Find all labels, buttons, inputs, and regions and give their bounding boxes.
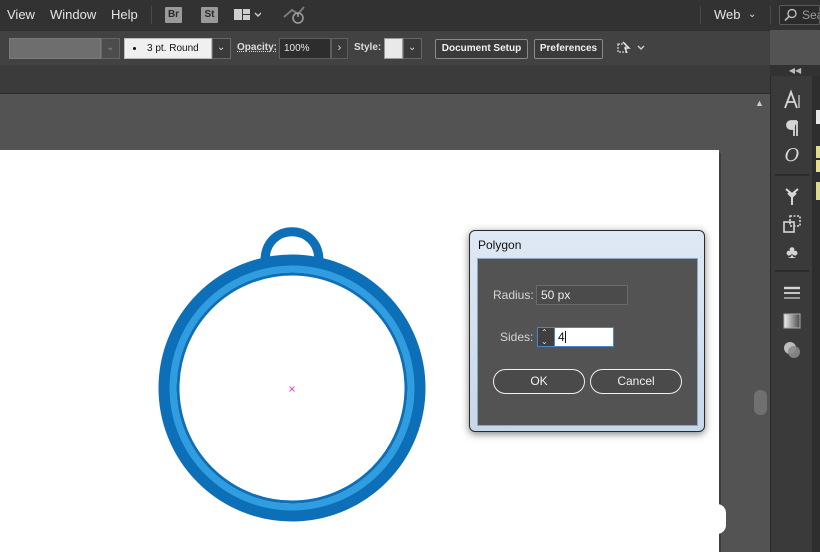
menu-separator <box>700 6 701 24</box>
transform-icon[interactable] <box>781 213 803 235</box>
chevron-down-icon[interactable]: ⌄ <box>541 337 548 346</box>
ring-artwork[interactable] <box>158 227 426 522</box>
document-setup-button[interactable]: Document Setup <box>435 39 528 59</box>
menu-window[interactable]: Window <box>50 7 96 22</box>
style-dropdown[interactable]: ⌄ <box>403 38 422 59</box>
style-label: Style: <box>354 42 382 53</box>
chevron-down-icon[interactable]: ⌄ <box>748 9 756 20</box>
chevron-down-icon: ⌄ <box>106 42 115 53</box>
search-icon <box>784 8 798 22</box>
stroke-icon[interactable] <box>781 282 803 304</box>
radius-input[interactable]: 50 px <box>536 285 628 305</box>
graphic-style-swatch[interactable] <box>384 38 403 59</box>
canvas-fragment <box>708 504 726 534</box>
brush-dropdown[interactable]: ⌄ <box>212 38 231 59</box>
bridge-button[interactable]: Br <box>165 7 182 23</box>
menu-help[interactable]: Help <box>111 7 138 22</box>
preferences-button[interactable]: Preferences <box>534 39 603 59</box>
sides-stepper[interactable]: ⌃ ⌄ <box>537 327 554 347</box>
chevron-down-icon: ⌄ <box>217 42 226 53</box>
club-icon[interactable]: ♣ <box>781 241 803 263</box>
chevron-up-icon[interactable]: ⌃ <box>541 328 548 337</box>
center-point-marker <box>289 386 295 392</box>
workspace-switcher[interactable]: Web <box>714 7 741 22</box>
control-bar: ⌄ 3 pt. Round ⌄ Opacity: 100% › Style: ⌄… <box>0 30 770 65</box>
polygon-dialog: Polygon Radius: 50 px Sides: ⌃ ⌄ 4 OK Ca… <box>469 230 705 432</box>
panel-edge <box>816 110 820 124</box>
cancel-button[interactable]: Cancel <box>590 369 682 394</box>
radius-label: Radius: <box>493 288 534 302</box>
symbols-icon[interactable] <box>781 185 803 207</box>
brush-dot-icon <box>133 47 136 50</box>
artboard-shadow <box>719 153 721 552</box>
sides-value: 4 <box>558 330 565 344</box>
outer-ring <box>158 254 426 522</box>
vertical-scrollbar[interactable]: ▲ <box>750 94 770 552</box>
dock-collapse-button[interactable]: ◀◀ <box>770 65 820 76</box>
sides-label: Sides: <box>500 330 534 344</box>
arrange-documents-icon[interactable] <box>233 8 262 22</box>
middle-ring <box>169 265 415 511</box>
brush-definition[interactable]: 3 pt. Round <box>124 38 212 59</box>
stroke-dropdown[interactable]: ⌄ <box>101 38 120 59</box>
ok-button[interactable]: OK <box>493 369 585 394</box>
character-icon[interactable] <box>781 89 803 111</box>
opacity-input[interactable]: 100% <box>279 38 331 59</box>
panel-dock: O ♣ <box>770 76 812 552</box>
dialog-body: Radius: 50 px Sides: ⌃ ⌄ 4 OK Cancel <box>477 258 698 426</box>
opacity-slider-button[interactable]: › <box>331 38 348 59</box>
transparency-icon[interactable] <box>781 338 803 360</box>
chevron-down-icon: ⌄ <box>408 42 417 53</box>
panel-edge <box>816 146 820 158</box>
inner-ring <box>176 272 408 504</box>
dock-separator <box>775 270 809 272</box>
stock-button[interactable]: St <box>201 7 218 23</box>
document-tab-strip <box>0 65 770 94</box>
sides-input[interactable]: 4 <box>554 327 614 347</box>
gpu-performance-icon[interactable] <box>282 5 308 25</box>
menu-bar: View Window Help Br St Web ⌄ Sea <box>0 0 820 30</box>
paragraph-icon[interactable] <box>781 117 803 139</box>
dialog-title: Polygon <box>478 238 522 252</box>
align-options-icon[interactable] <box>614 40 646 56</box>
dock-separator <box>775 174 809 176</box>
scroll-thumb[interactable] <box>754 390 767 415</box>
opacity-label[interactable]: Opacity: <box>237 42 277 53</box>
opentype-icon[interactable]: O <box>781 145 803 167</box>
gradient-icon[interactable] <box>781 310 803 332</box>
stroke-weight-swatch[interactable] <box>9 38 101 59</box>
menu-separator <box>151 6 152 24</box>
menu-view[interactable]: View <box>7 7 35 22</box>
panel-edge <box>816 182 820 200</box>
menu-separator <box>770 6 771 24</box>
text-caret <box>564 331 566 343</box>
panel-edge <box>816 160 820 172</box>
scroll-up-icon[interactable]: ▲ <box>755 98 764 108</box>
